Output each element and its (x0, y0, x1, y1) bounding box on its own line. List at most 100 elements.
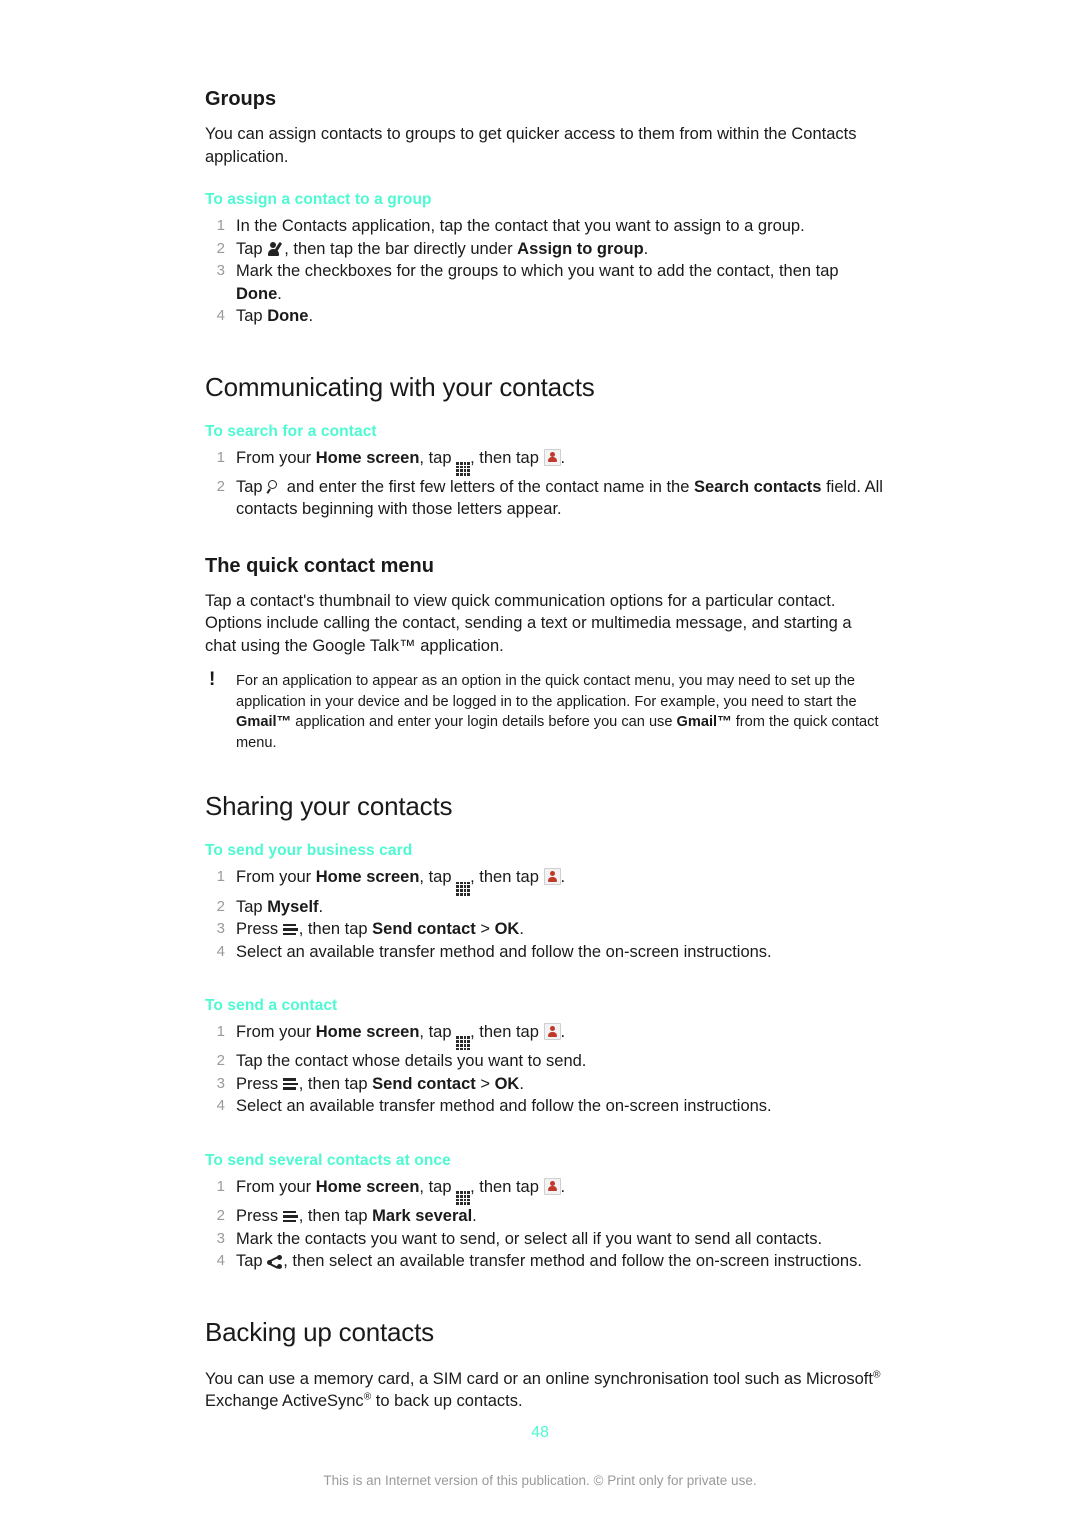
backup-part1: You can use a memory card, a SIM card or… (205, 1369, 873, 1388)
step-text-post: . (472, 1207, 477, 1225)
section-heading-groups: Groups (205, 88, 277, 110)
note-text: For an application to appear as an optio… (236, 671, 885, 753)
step-text-mid2: , then tap (470, 868, 544, 887)
list-item: 2 Tap , then tap the bar directly under … (205, 238, 885, 261)
steps-send-several-contacts: 1 From your Home screen, tap , then tap … (205, 1176, 885, 1273)
step-number: 3 (216, 262, 225, 279)
step-text-mid2: , then tap (470, 448, 544, 467)
list-item: 1 In the Contacts application, tap the c… (205, 215, 885, 238)
step-number: 1 (216, 1177, 225, 1195)
step-text-post: . (560, 1023, 566, 1041)
backup-part3: to back up contacts. (371, 1392, 523, 1410)
step-number: 4 (216, 307, 225, 324)
note-bold1: Gmail™ (236, 714, 292, 731)
step-text-pre: From your (236, 868, 316, 887)
step-text-post: . (560, 1177, 566, 1196)
app-grid-icon (456, 461, 471, 476)
step-text-bold: Send contact (372, 1074, 476, 1093)
step-number: 1 (216, 1023, 225, 1040)
step-text-pre: Tap (236, 307, 268, 325)
step-text: Select an available transfer method and … (236, 1097, 772, 1116)
step-number: 4 (216, 942, 225, 960)
step-text-post: . (643, 239, 649, 258)
step-text-bold: Home screen (315, 868, 420, 887)
steps-send-business-card: 1 From your Home screen, tap , then tap … (205, 866, 885, 963)
page-content: Groups You can assign contacts to groups… (205, 88, 885, 1427)
step-text-post: . (519, 1074, 524, 1093)
step-text: In the Contacts application, tap the con… (236, 217, 805, 235)
menu-icon (282, 1078, 299, 1091)
step-text-pre: Tap (236, 239, 268, 258)
step-text-bold: Assign to group (517, 239, 644, 258)
step-text-mid: , tap (419, 448, 457, 467)
step-text-pre: Press (236, 1074, 283, 1093)
search-icon (266, 479, 282, 495)
step-number: 2 (216, 239, 225, 257)
list-item: 1 From your Home screen, tap , then tap … (205, 1176, 885, 1205)
step-number: 4 (216, 1252, 225, 1269)
step-text-pre: Mark the checkboxes for the groups to wh… (236, 262, 839, 280)
step-text-mid: , then tap the bar directly under (284, 239, 518, 258)
step-text-post: , then select an available transfer meth… (283, 1252, 862, 1270)
step-text-bold: Home screen (315, 1177, 420, 1196)
task-heading-search-for-contact: To search for a contact (205, 422, 377, 440)
list-item: 3 Press , then tap Send contact > OK. (205, 1073, 885, 1096)
step-text-post: . (277, 284, 282, 303)
backup-part2: Exchange ActiveSync (205, 1392, 364, 1410)
note-bold2: Gmail™ (676, 714, 732, 731)
step-text-post: . (560, 868, 566, 887)
step-text-post: . (318, 897, 324, 916)
step-number: 3 (216, 920, 225, 937)
groups-intro-paragraph: You can assign contacts to groups to get… (205, 125, 857, 166)
step-text-bold: Search contacts (694, 477, 822, 496)
list-item: 2 Press , then tap Mark several. (205, 1205, 885, 1228)
step-text-mid: , tap (419, 1023, 457, 1041)
step-number: 2 (216, 1207, 225, 1224)
step-text-bold2: OK (494, 1074, 520, 1093)
step-text-bold: Home screen (315, 448, 420, 467)
step-text-pre: Press (236, 920, 283, 938)
steps-send-a-contact: 1 From your Home screen, tap , then tap … (205, 1021, 885, 1118)
step-text-post: . (560, 448, 566, 467)
note-part1: For an application to appear as an optio… (236, 673, 857, 710)
step-number: 1 (216, 448, 225, 466)
step-text: Mark the contacts you want to send, or s… (236, 1229, 823, 1248)
step-text-mid2: , then tap (470, 1177, 544, 1196)
step-text-mid2: > (475, 1074, 495, 1093)
step-text-bold: Mark several (372, 1207, 473, 1225)
step-number: 3 (216, 1229, 225, 1247)
step-text-mid: , then tap (298, 1207, 373, 1225)
step-text-pre: Tap (236, 897, 268, 916)
step-number: 2 (216, 477, 225, 495)
step-text-bold: Done (236, 284, 278, 303)
step-text-pre: Tap (236, 477, 268, 496)
manual-page: Groups You can assign contacts to groups… (0, 0, 1080, 1527)
step-number: 1 (216, 868, 225, 886)
note-part2: application and enter your login details… (291, 714, 677, 731)
step-text-bold: Myself (267, 897, 319, 916)
step-text-bold: Home screen (315, 1023, 420, 1041)
step-text-mid: and enter the first few letters of the c… (282, 477, 694, 496)
note-block-quick-contact: ! For an application to appear as an opt… (205, 670, 885, 753)
quick-contact-menu-paragraph: Tap a contact's thumbnail to view quick … (205, 591, 852, 655)
task-heading-send-a-contact: To send a contact (205, 997, 338, 1014)
list-item: 4 Select an available transfer method an… (205, 941, 885, 964)
steps-search-for-contact: 1 From your Home screen, tap , then tap … (205, 447, 885, 521)
step-text-mid: , then tap (298, 920, 373, 938)
list-item: 3 Press , then tap Send contact > OK. (205, 918, 885, 941)
list-item: 2 Tap the contact whose details you want… (205, 1050, 885, 1073)
list-item: 3 Mark the contacts you want to send, or… (205, 1228, 885, 1251)
step-text-pre: From your (236, 1023, 316, 1041)
app-grid-icon (456, 881, 471, 896)
app-grid-icon (456, 1036, 471, 1051)
list-item: 2 Tap and enter the first few letters of… (205, 476, 885, 521)
step-text-bold: Done (267, 307, 309, 325)
share-icon (267, 1255, 283, 1269)
step-number: 2 (216, 897, 225, 915)
step-text-pre: Tap (236, 1252, 268, 1270)
task-heading-send-several-contacts: To send several contacts at once (205, 1151, 451, 1169)
section-heading-quick-contact-menu: The quick contact menu (205, 554, 434, 577)
step-text-post: . (308, 307, 314, 325)
step-text-bold: Send contact (372, 920, 476, 938)
person-edit-icon (267, 241, 284, 257)
